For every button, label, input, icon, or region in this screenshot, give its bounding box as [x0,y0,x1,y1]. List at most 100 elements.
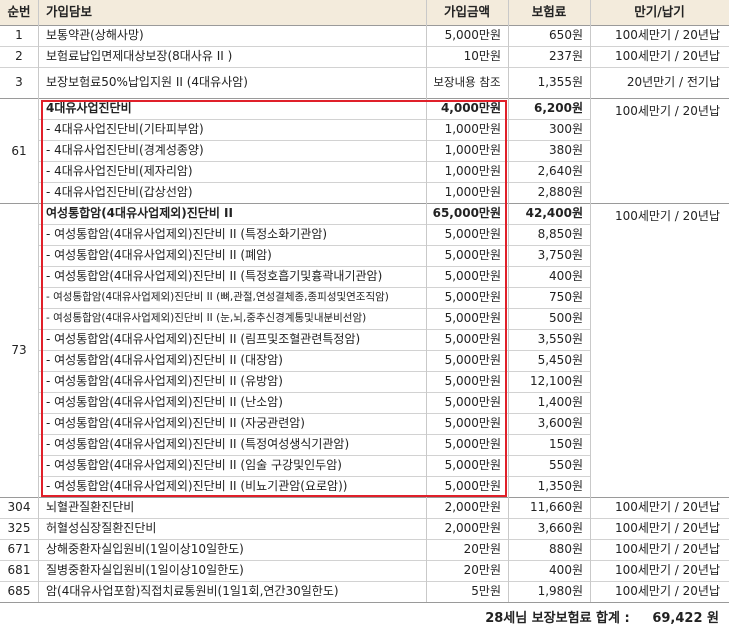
row-term: 100세만기 / 20년납 [614,27,720,42]
row-no: 304 [7,499,31,514]
table-row: 681 질병중환자실입원비(1일이상10일한도) 20만원 400원 100세만기 / … [0,560,729,581]
column-divider [38,0,39,602]
row-premium: 237원 [549,48,583,63]
row-term: 100세만기 / 20년납 [614,541,720,556]
row-coverage: 보통약관(상해사망) [46,27,144,42]
header-term: 만기/납기 [590,0,729,25]
group-term: 100세만기 / 20년납 [614,209,720,223]
row-coverage: 보장보험료50%납입지원 II (4대유사암) [46,74,248,89]
row-coverage: - 여성통합암(4대유사업제외)진단비 II (유방암) [46,373,283,388]
row-premium: 650원 [549,27,583,42]
row-premium: 1,355원 [537,74,583,89]
row-coverage: - 여성통합암(4대유사업제외)진단비 II (난소암) [46,394,283,409]
row-amount: 보장내용 참조 [433,74,501,89]
row-amount: 5,000만원 [444,27,501,42]
row-amount: 5,000만원 [444,310,501,325]
table-row: - 4대유사업진단비(경계성종양) 1,000만원 380원 [0,140,729,161]
table-row: - 4대유사업진단비(갑상선암) 1,000만원 2,880원 [0,182,729,203]
row-coverage: - 4대유사업진단비(제자리암) [46,163,193,178]
row-coverage: - 여성통합암(4대유사업제외)진단비 II (특정호흡기및흉곽내기관암) [46,268,383,283]
row-coverage: - 여성통합암(4대유사업제외)진단비 II (대장암) [46,352,283,367]
row-premium: 1,400원 [537,394,583,409]
row-term: 100세만기 / 20년납 [614,520,720,535]
row-premium: 3,550원 [537,331,583,346]
row-premium: 6,200원 [534,100,583,115]
row-coverage: - 여성통합암(4대유사업제외)진단비 II (뼈,관절,연성결체종,종피성및연… [46,291,389,304]
row-premium: 400원 [549,562,583,577]
row-premium: 2,640원 [537,163,583,178]
row-divider [0,602,729,603]
header-no: 순번 [0,0,38,25]
row-amount: 2,000만원 [444,520,501,535]
table-row: 685 암(4대유사업포함)직접치료통원비(1일1회,연간30일한도) 5만원 1,9… [0,581,729,602]
row-amount: 5,000만원 [444,268,501,283]
table-row: - 여성통합암(4대유사업제외)진단비 II (림프및조혈관련특정암) 5,000… [0,329,729,350]
row-term: 100세만기 / 20년납 [614,562,720,577]
row-premium: 1,350원 [537,478,583,493]
row-coverage: 암(4대유사업포함)직접치료통원비(1일1회,연간30일한도) [46,583,339,598]
row-coverage: - 4대유사업진단비(갑상선암) [46,184,193,199]
total-value: 69,422 원 [652,611,719,626]
table-row: - 4대유사업진단비(제자리암) 1,000만원 2,640원 [0,161,729,182]
row-coverage: - 여성통합암(4대유사업제외)진단비 II (림프및조혈관련특정암) [46,331,361,346]
row-coverage: 허혈성심장질환진단비 [46,520,157,535]
row-amount: 5,000만원 [444,331,501,346]
row-term: 100세만기 / 20년납 [614,583,720,598]
row-amount: 20만원 [463,541,501,556]
row-coverage: 보험료납입면제대상보장(8대사유 II ) [46,48,233,63]
row-coverage: - 4대유사업진단비(기타피부암) [46,121,204,136]
table-row: 325 허혈성심장질환진단비 2,000만원 3,660원 100세만기 / 20년납 [0,518,729,539]
row-premium: 750원 [549,289,583,304]
table-row: 671 상해중환자실입원비(1일이상10일한도) 20만원 880원 100세만기 / … [0,539,729,560]
row-premium: 1,980원 [537,583,583,598]
row-premium: 880원 [549,541,583,556]
row-amount: 1,000만원 [444,184,501,199]
row-premium: 8,850원 [537,226,583,241]
header-premium: 보험료 [508,0,590,25]
table-row: - 여성통합암(4대유사업제외)진단비 II (자궁관련암) 5,000만원 3,6… [0,413,729,434]
table-row: - 여성통합암(4대유사업제외)진단비 II (눈,뇌,중추신경계통및내분비선암… [0,308,729,329]
row-term: 100세만기 / 20년납 [614,499,720,514]
row-no: 685 [7,583,31,598]
row-amount: 5,000만원 [444,415,501,430]
row-coverage: - 여성통합암(4대유사업제외)진단비 II (특정소화기관암) [46,226,328,241]
row-amount: 5,000만원 [444,289,501,304]
row-amount: 5,000만원 [444,247,501,262]
table-row: - 여성통합암(4대유사업제외)진단비 II (특정소화기관암) 5,000만원 8… [0,224,729,245]
row-no: 681 [7,562,31,577]
row-amount: 5,000만원 [444,226,501,241]
row-amount: 1,000만원 [444,142,501,157]
column-divider [426,0,427,602]
table-row: 304 뇌혈관질환진단비 2,000만원 11,660원 100세만기 / 20년납 [0,497,729,518]
total-premium: 28세님 보장보험료 합계 : 69,422 원 [485,607,719,626]
header-coverage: 가입담보 [38,0,426,25]
group-no: 61 [11,143,27,158]
header-amount: 가입금액 [426,0,508,25]
row-coverage: - 여성통합암(4대유사업제외)진단비 II (자궁관련암) [46,415,305,430]
column-divider [508,0,509,602]
row-premium: 5,450원 [537,352,583,367]
row-premium: 550원 [549,457,583,472]
row-coverage: 상해중환자실입원비(1일이상10일한도) [46,541,244,556]
row-amount: 65,000만원 [432,205,501,220]
table-row: 2 보험료납입면제대상보장(8대사유 II ) 10만원 237원 100세만기 / 2… [0,46,729,67]
row-premium: 500원 [549,310,583,325]
group-no: 73 [11,343,27,357]
row-coverage: - 여성통합암(4대유사업제외)진단비 II (특정여성생식기관암) [46,436,350,451]
row-premium: 3,600원 [537,415,583,430]
row-no: 3 [15,74,23,89]
row-no: 1 [15,27,23,42]
row-coverage: 뇌혈관질환진단비 [46,499,135,514]
table-row: - 여성통합암(4대유사업제외)진단비 II (대장암) 5,000만원 5,450… [0,350,729,371]
row-amount: 1,000만원 [444,163,501,178]
table-row: 3 보장보험료50%납입지원 II (4대유사암) 보장내용 참조 1,355원 20년… [0,67,729,98]
row-amount: 1,000만원 [444,121,501,136]
row-amount: 5만원 [471,583,501,598]
row-no: 325 [7,520,31,535]
row-premium: 300원 [549,121,583,136]
row-premium: 150원 [549,436,583,451]
table-row: - 여성통합암(4대유사업제외)진단비 II (임술 구강및인두암) 5,000만… [0,455,729,476]
row-premium: 3,660원 [537,520,583,535]
table-row: - 여성통합암(4대유사업제외)진단비 II (유방암) 5,000만원 12,10… [0,371,729,392]
row-amount: 5,000만원 [444,436,501,451]
